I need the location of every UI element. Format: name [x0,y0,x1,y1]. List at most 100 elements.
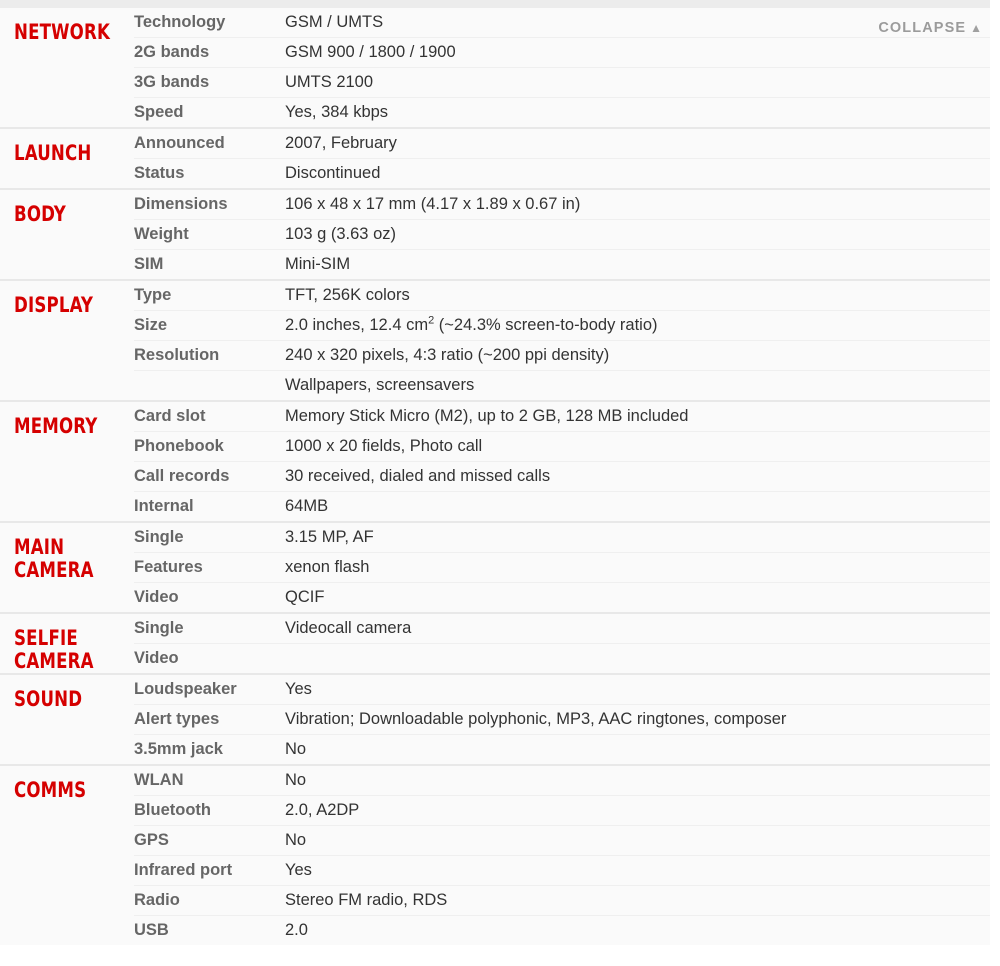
section-title: SELFIE CAMERA [14,626,94,673]
spec-label: Radio [134,891,180,909]
spec-row: Bluetooth 2.0, A2DP [134,795,1000,825]
spec-row: Features xenon flash [134,552,1000,582]
spec-section: LAUNCH Announced 2007, February Status Disco… [0,127,1000,188]
spec-label: GPS [134,831,169,849]
spec-value: GSM 900 / 1800 / 1900 [285,43,456,61]
spec-value: Stereo FM radio, RDS [285,891,448,909]
spec-label: USB [134,921,169,939]
spec-row: Speed Yes, 384 kbps [134,97,1000,127]
spec-label: WLAN [134,771,184,789]
spec-value: Memory Stick Micro (M2), up to 2 GB, 128… [285,407,689,425]
spec-label: Size [134,316,168,334]
spec-row: Announced 2007, February [134,129,1000,158]
spec-row: Video [134,643,1000,673]
section-title: DISPLAY [14,293,94,317]
spec-label: Speed [134,103,184,121]
section-rows: Single Videocall camera Video [134,614,1000,673]
spec-section: SELFIE CAMERA Single Videocall camera Video [0,612,1000,673]
spec-value: Videocall camera [285,619,412,637]
section-title: BODY [14,202,67,226]
section-inner: SELFIE CAMERA Single Videocall camera Video [0,614,1000,673]
section-title-cell: NETWORK [0,8,134,44]
section-title-cell: LAUNCH [0,129,134,165]
spec-label: Weight [134,225,189,243]
spec-label: Dimensions [134,195,228,213]
section-title-cell: MEMORY [0,402,134,438]
spec-label: Single [134,619,184,637]
spec-value: TFT, 256K colors [285,286,410,304]
spec-row: Phonebook 1000 x 20 fields, Photo call [134,431,1000,461]
collapse-button[interactable]: COLLAPSE ▲ [878,20,982,36]
spec-row: SIM Mini-SIM [134,249,1000,279]
spec-row: Type TFT, 256K colors [134,281,1000,310]
spec-row: Status Discontinued [134,158,1000,188]
top-strip [0,0,990,8]
spec-value: 1000 x 20 fields, Photo call [285,437,483,455]
section-inner: MEMORY Card slot Memory Stick Micro (M2), … [0,402,1000,521]
spec-row: Internal 64MB [134,491,1000,521]
spec-label: Bluetooth [134,801,211,819]
spec-value: 2.0, A2DP [285,801,360,819]
spec-section: SOUND Loudspeaker Yes Alert types Vibration;… [0,673,1000,764]
section-title-cell: SOUND [0,675,134,711]
spec-row: Technology GSM / UMTS [134,8,1000,37]
spec-label: Phonebook [134,437,224,455]
spec-value: 103 g (3.63 oz) [285,225,396,243]
section-inner: NETWORK Technology GSM / UMTS 2G bands GSM 9… [0,8,1000,127]
spec-value: No [285,771,307,789]
spec-value: Wallpapers, screensavers [285,376,475,394]
section-title: NETWORK [14,20,111,44]
spec-value: QCIF [285,588,325,606]
spec-value: 2.0 inches, 12.4 cm2 (~24.3% screen-to-b… [285,314,658,334]
spec-row: Video QCIF [134,582,1000,612]
spec-value: 64MB [285,497,329,515]
section-title: SOUND [14,687,83,711]
spec-label: Status [134,164,185,182]
spec-row: Call records 30 received, dialed and miss… [134,461,1000,491]
section-title: MAIN CAMERA [14,535,94,582]
spec-label: Video [134,588,179,606]
spec-label: Features [134,558,203,576]
spec-row: Resolution 240 x 320 pixels, 4:3 ratio (~… [134,340,1000,370]
spec-row: Single Videocall camera [134,614,1000,643]
section-rows: Dimensions 106 x 48 x 17 mm (4.17 x 1.89 … [134,190,1000,279]
spec-row: 3.5mm jack No [134,734,1000,764]
spec-section: MEMORY Card slot Memory Stick Micro (M2), … [0,400,1000,521]
spec-label: Type [134,286,172,304]
spec-section: NETWORK Technology GSM / UMTS 2G bands GSM 9… [0,8,1000,127]
spec-row: Weight 103 g (3.63 oz) [134,219,1000,249]
spec-value: Yes [285,861,312,879]
spec-row: Loudspeaker Yes [134,675,1000,704]
spec-label: 3.5mm jack [134,740,223,758]
spec-section: DISPLAY Type TFT, 256K colors Size 2.0 inche… [0,279,1000,400]
spec-value: UMTS 2100 [285,73,374,91]
spec-label: Internal [134,497,194,515]
spec-label: Alert types [134,710,220,728]
spec-sections: NETWORK Technology GSM / UMTS 2G bands GSM 9… [0,8,1000,945]
section-inner: MAIN CAMERA Single 3.15 MP, AF Features xeno… [0,523,1000,612]
spec-row: Radio Stereo FM radio, RDS [134,885,1000,915]
spec-label: Single [134,528,184,546]
spec-row: 2G bands GSM 900 / 1800 / 1900 [134,37,1000,67]
spec-value: No [285,831,307,849]
section-rows: WLAN No Bluetooth 2.0, A2DP GPS No Infrared po… [134,766,1000,945]
section-inner: DISPLAY Type TFT, 256K colors Size 2.0 inche… [0,281,1000,400]
spec-value: xenon flash [285,558,370,576]
spec-label: Loudspeaker [134,680,237,698]
section-rows: Type TFT, 256K colors Size 2.0 inches, 12.4… [134,281,1000,400]
spec-value: 3.15 MP, AF [285,528,374,546]
spec-label: Technology [134,13,226,31]
spec-value: 2.0 [285,921,308,939]
section-title-cell: BODY [0,190,134,226]
spec-value: Mini-SIM [285,255,351,273]
spec-value: 2007, February [285,134,397,152]
caret-up-icon: ▲ [970,21,982,35]
section-title: LAUNCH [14,141,92,165]
spec-value: 106 x 48 x 17 mm (4.17 x 1.89 x 0.67 in) [285,195,581,213]
section-rows: Announced 2007, February Status Discontinue… [134,129,1000,188]
section-rows: Single 3.15 MP, AF Features xenon flash Vide… [134,523,1000,612]
spec-label: Call records [134,467,230,485]
spec-value: 240 x 320 pixels, 4:3 ratio (~200 ppi de… [285,346,610,364]
spec-row: Single 3.15 MP, AF [134,523,1000,552]
spec-value: Yes, 384 kbps [285,103,389,121]
